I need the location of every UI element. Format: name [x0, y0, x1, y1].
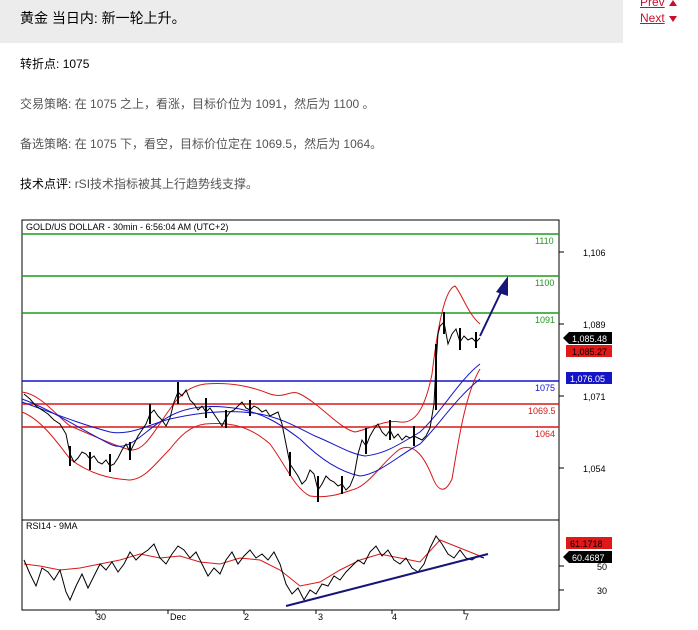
chart-title: GOLD/US DOLLAR - 30min - 6:56:04 AM (UTC…	[26, 222, 228, 232]
next-link[interactable]: Next	[640, 10, 677, 26]
level-label: 1091	[535, 315, 555, 325]
price-tick: 1,106	[583, 248, 606, 258]
pivot-label: 转折点:	[20, 57, 60, 71]
next-label: Next	[640, 11, 665, 25]
rsi-tick: 30	[597, 586, 607, 596]
x-axis: 30 Dec 2 3 4 7	[95, 610, 469, 622]
level-label: 1069.5	[528, 406, 556, 416]
pivot-line: 转折点: 1075	[20, 55, 89, 72]
alt-strategy-text: 在 1075 下，看空，目标价位定在 1069.5，然后为 1064。	[74, 137, 383, 151]
price-badges: 1,085.48 1,085.27 1,076.05	[563, 332, 612, 384]
gold-chart-svg: GOLD/US DOLLAR - 30min - 6:56:04 AM (UTC…	[21, 219, 612, 622]
x-tick: 2	[244, 612, 249, 622]
price-tick: 1,071	[583, 392, 606, 402]
price-tick: 1,054	[583, 464, 606, 474]
x-tick: 7	[464, 612, 469, 622]
rsi-panel	[21, 519, 560, 611]
page-title: 黄金 当日内: 新一轮上升。	[20, 10, 186, 26]
rsi-value: 60.4687	[572, 553, 605, 563]
x-tick: 3	[318, 612, 323, 622]
x-tick: 4	[392, 612, 397, 622]
price-axis: 1,106 1,089 1,071 1,054	[559, 248, 606, 474]
title-bar: 黄金 当日内: 新一轮上升。	[0, 0, 623, 43]
comment-text: rSI技术指标被其上行趋势线支撑。	[74, 177, 259, 191]
comment-label: 技术点评:	[20, 177, 72, 191]
comment-line: 技术点评: rSI技术指标被其上行趋势线支撑。	[20, 175, 258, 192]
strategy-label: 交易策略:	[20, 97, 72, 111]
level-badge-text: 1,076.05	[570, 374, 605, 384]
last-price: 1,085.48	[572, 334, 607, 344]
strategy-text: 在 1075 之上，看涨，目标价位为 1091，然后为 1100 。	[74, 97, 375, 111]
rsi-axis: 50 30	[559, 562, 607, 596]
x-tick: Dec	[170, 612, 187, 622]
rsi-badges: 61.1718 60.4687	[563, 537, 612, 563]
rsi-tick: 50	[597, 562, 607, 572]
level-label: 1064	[535, 429, 555, 439]
caret-up-icon	[668, 0, 677, 6]
bid-price: 1,085.27	[572, 347, 607, 357]
level-label: 1110	[535, 236, 554, 246]
alt-strategy-line: 备选策略: 在 1075 下，看空，目标价位定在 1069.5，然后为 1064…	[20, 135, 382, 152]
caret-down-icon	[668, 15, 677, 22]
pager: Prev Next	[640, 0, 677, 26]
level-label: 1100	[535, 278, 554, 288]
prev-link[interactable]: Prev	[640, 0, 677, 10]
strategy-line: 交易策略: 在 1075 之上，看涨，目标价位为 1091，然后为 1100 。	[20, 95, 375, 112]
level-label: 1075	[535, 383, 555, 393]
x-tick: 30	[96, 612, 106, 622]
rsi-title: RSI14 - 9MA	[26, 521, 78, 531]
pivot-value: 1075	[62, 57, 90, 71]
rsi-ma-value: 61.1718	[570, 539, 603, 549]
alt-strategy-label: 备选策略:	[20, 137, 72, 151]
gold-chart-image: GOLD/US DOLLAR - 30min - 6:56:04 AM (UTC…	[0, 214, 620, 624]
prev-label: Prev	[640, 0, 665, 9]
price-tick: 1,089	[583, 320, 606, 330]
